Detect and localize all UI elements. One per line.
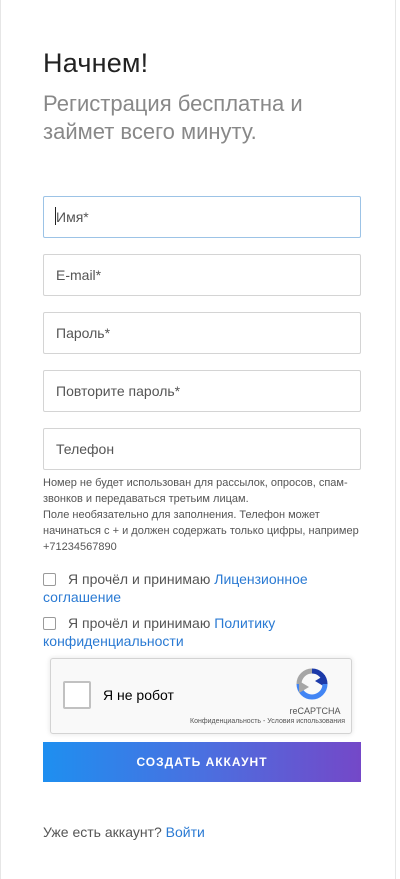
- recaptcha-checkbox[interactable]: [63, 681, 91, 709]
- create-account-button[interactable]: СОЗДАТЬ АККАУНТ: [43, 742, 361, 782]
- phone-field[interactable]: [43, 428, 361, 470]
- text-caret: [55, 207, 56, 225]
- password-field[interactable]: [43, 312, 361, 354]
- login-link[interactable]: Войти: [166, 824, 205, 840]
- email-field[interactable]: [43, 254, 361, 296]
- phone-hint-format: Поле необязательно для заполнения. Телеф…: [43, 509, 359, 553]
- page-subtitle: Регистрация бесплатна и займет всего мин…: [43, 91, 303, 144]
- recaptcha-brand: reCAPTCHA: [289, 706, 341, 716]
- recaptcha-terms-link[interactable]: Условия использования: [267, 718, 345, 725]
- recaptcha-widget: Я не робот reCAPTCHA Конфиденциальность …: [50, 658, 352, 734]
- have-account-text: Уже есть аккаунт?: [43, 824, 162, 840]
- login-prompt: Уже есть аккаунт? Войти: [43, 824, 205, 840]
- page-title: Начнем!: [43, 48, 149, 78]
- license-prefix: Я прочёл и принимаю: [68, 571, 211, 587]
- phone-hint: Номер не будет использован для рассылок,…: [43, 475, 365, 555]
- license-checkbox[interactable]: [43, 573, 56, 586]
- privacy-checkbox[interactable]: [43, 617, 56, 630]
- recaptcha-logo-icon: [296, 668, 328, 700]
- recaptcha-label: Я не робот: [103, 687, 174, 703]
- license-agreement-row: Я прочёл и принимаю Лицензионное соглаше…: [43, 570, 363, 606]
- password-repeat-field[interactable]: [43, 370, 361, 412]
- phone-hint-privacy: Номер не будет использован для рассылок,…: [43, 477, 348, 505]
- registration-panel: Начнем! Регистрация бесплатна и займет в…: [0, 0, 396, 879]
- recaptcha-privacy-link[interactable]: Конфиденциальность: [190, 718, 261, 725]
- privacy-prefix: Я прочёл и принимаю: [68, 615, 211, 631]
- recaptcha-terms: Конфиденциальность - Условия использован…: [159, 718, 345, 725]
- privacy-agreement-row: Я прочёл и принимаю Политику конфиденциа…: [43, 614, 363, 650]
- name-field[interactable]: [43, 196, 361, 238]
